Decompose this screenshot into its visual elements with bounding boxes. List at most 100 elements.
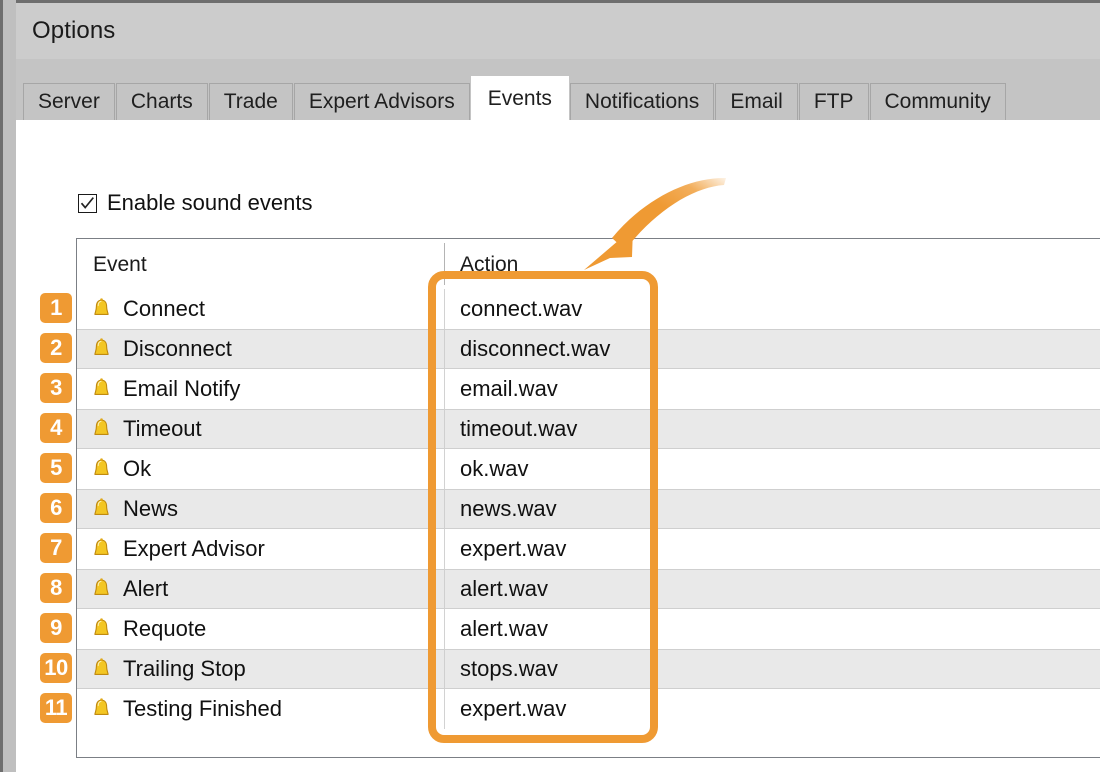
row-column-separator <box>444 650 445 688</box>
annotation-badge-11: 11 <box>40 693 72 723</box>
cell-event[interactable]: News <box>93 490 178 528</box>
title-bar: Options <box>16 3 1100 59</box>
column-separator[interactable] <box>444 243 445 285</box>
row-column-separator <box>444 689 445 729</box>
event-name: Disconnect <box>123 336 232 361</box>
table-row[interactable]: Disconnect disconnect.wav <box>77 329 1100 369</box>
cell-action[interactable]: stops.wav <box>460 650 558 688</box>
table-row[interactable]: Requote alert.wav <box>77 609 1100 649</box>
action-value: alert.wav <box>460 616 549 641</box>
bell-icon <box>94 698 109 715</box>
cell-event[interactable]: Timeout <box>93 410 202 448</box>
tab-email[interactable]: Email <box>715 83 798 120</box>
cell-event[interactable]: Connect <box>93 289 205 329</box>
event-name: Expert Advisor <box>123 536 265 561</box>
cell-event[interactable]: Trailing Stop <box>93 650 246 688</box>
cell-event[interactable]: Email Notify <box>93 369 240 409</box>
table-row[interactable]: Trailing Stop stops.wav <box>77 649 1100 689</box>
event-name: Ok <box>123 456 152 481</box>
options-dialog: Options Server Charts Trade Expert Advisors… <box>0 0 1100 772</box>
row-column-separator <box>444 289 445 329</box>
cell-action[interactable]: expert.wav <box>460 529 566 569</box>
table-row[interactable]: Connect connect.wav <box>77 289 1100 329</box>
action-value: stops.wav <box>460 656 558 681</box>
tab-community[interactable]: Community <box>869 83 1006 120</box>
row-column-separator <box>444 449 445 489</box>
bell-icon <box>94 458 109 475</box>
event-name: Alert <box>123 576 169 601</box>
bell-icon <box>94 298 109 315</box>
column-header-event[interactable]: Event <box>93 253 147 277</box>
event-name: Trailing Stop <box>123 656 246 681</box>
tab-notifications[interactable]: Notifications <box>569 83 715 120</box>
action-value: disconnect.wav <box>460 336 611 361</box>
bell-icon <box>94 498 109 515</box>
annotation-badge-3: 3 <box>40 373 72 403</box>
cell-action[interactable]: ok.wav <box>460 449 528 489</box>
action-value: connect.wav <box>460 296 583 321</box>
tab-events[interactable]: Events <box>470 76 569 120</box>
table-row[interactable]: Timeout timeout.wav <box>77 409 1100 449</box>
action-value: timeout.wav <box>460 416 578 441</box>
bell-icon <box>94 418 109 435</box>
annotation-badge-9: 9 <box>40 613 72 643</box>
bell-icon <box>94 578 109 595</box>
row-column-separator <box>444 490 445 528</box>
cell-action[interactable]: news.wav <box>460 490 557 528</box>
cell-event[interactable]: Testing Finished <box>93 689 282 729</box>
enable-sound-events-checkbox[interactable] <box>78 193 97 213</box>
cell-action[interactable]: expert.wav <box>460 689 566 729</box>
cell-event[interactable]: Expert Advisor <box>93 529 265 569</box>
cell-event[interactable]: Requote <box>93 609 206 649</box>
bell-icon <box>94 538 109 555</box>
annotation-badge-4: 4 <box>40 413 72 443</box>
annotation-badge-10: 10 <box>40 653 72 683</box>
annotation-badge-5: 5 <box>40 453 72 483</box>
column-header-action[interactable]: Action <box>460 253 518 277</box>
tab-server[interactable]: Server <box>23 83 115 120</box>
cell-action[interactable]: disconnect.wav <box>460 330 610 368</box>
action-value: news.wav <box>460 496 557 521</box>
window-left-gutter <box>3 0 16 772</box>
cell-event[interactable]: Alert <box>93 570 168 608</box>
enable-sound-events-row[interactable]: Enable sound events <box>78 190 313 216</box>
enable-sound-events-label: Enable sound events <box>107 190 313 215</box>
tab-charts[interactable]: Charts <box>115 83 208 120</box>
event-name: Email Notify <box>123 376 241 401</box>
checkmark-icon <box>80 196 94 209</box>
tab-trade[interactable]: Trade <box>208 83 293 120</box>
row-column-separator <box>444 369 445 409</box>
tab-bar: Server Charts Trade Expert Advisors Events No… <box>23 76 1007 120</box>
cell-action[interactable]: timeout.wav <box>460 410 577 448</box>
row-column-separator <box>444 410 445 448</box>
tab-ftp[interactable]: FTP <box>798 83 869 120</box>
events-table: Event Action Connect connect.wav Disconnec… <box>76 238 1100 758</box>
action-value: alert.wav <box>460 576 549 601</box>
table-row[interactable]: Testing Finished expert.wav <box>77 689 1100 729</box>
bell-icon <box>94 378 109 395</box>
events-table-body: Connect connect.wav Disconnect disconnect.w… <box>77 289 1100 729</box>
cell-action[interactable]: email.wav <box>460 369 558 409</box>
tab-expert-advisors[interactable]: Expert Advisors <box>293 83 470 120</box>
annotation-badge-2: 2 <box>40 333 72 363</box>
annotation-badge-6: 6 <box>40 493 72 523</box>
table-row[interactable]: Alert alert.wav <box>77 569 1100 609</box>
table-row[interactable]: Expert Advisor expert.wav <box>77 529 1100 569</box>
table-row[interactable]: News news.wav <box>77 489 1100 529</box>
table-row[interactable]: Email Notify email.wav <box>77 369 1100 409</box>
bell-icon <box>94 338 109 355</box>
table-row[interactable]: Ok ok.wav <box>77 449 1100 489</box>
action-value: email.wav <box>460 376 558 401</box>
bell-icon <box>94 658 109 675</box>
row-column-separator <box>444 529 445 569</box>
action-value: ok.wav <box>460 456 529 481</box>
cell-action[interactable]: connect.wav <box>460 289 582 329</box>
events-table-header: Event Action <box>77 239 1100 289</box>
window-title: Options <box>32 17 116 44</box>
cell-action[interactable]: alert.wav <box>460 570 548 608</box>
event-name: Connect <box>123 296 205 321</box>
cell-event[interactable]: Disconnect <box>93 330 232 368</box>
event-name: News <box>123 496 179 521</box>
cell-action[interactable]: alert.wav <box>460 609 548 649</box>
cell-event[interactable]: Ok <box>93 449 151 489</box>
